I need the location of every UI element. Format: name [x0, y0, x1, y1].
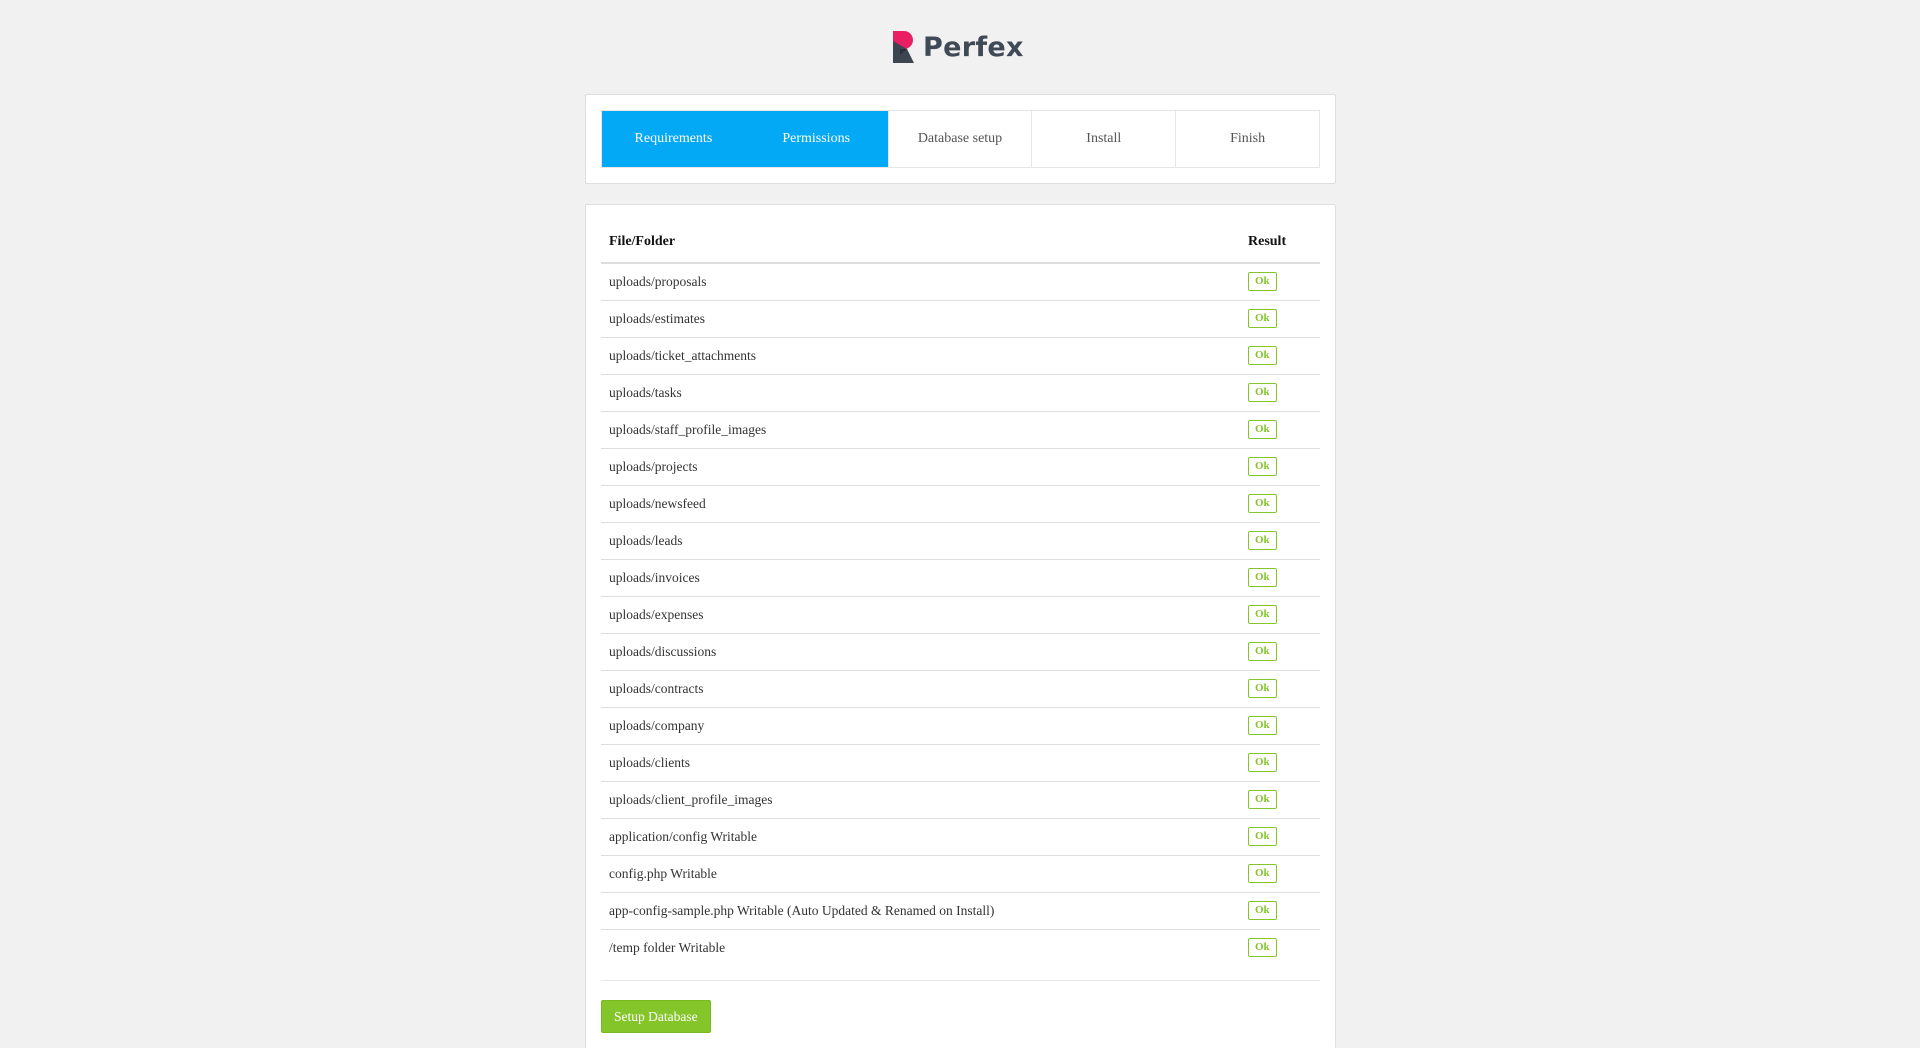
table-row: uploads/proposals Ok: [601, 263, 1320, 301]
column-header-result: Result: [1240, 221, 1320, 264]
result-cell: Ok: [1240, 596, 1320, 634]
status-badge: Ok: [1248, 790, 1277, 809]
status-badge: Ok: [1248, 938, 1277, 958]
result-cell: Ok: [1240, 818, 1320, 856]
table-row: application/config Writable Ok: [601, 818, 1320, 856]
file-folder-path: uploads/discussions: [601, 633, 1240, 671]
step-requirements[interactable]: Requirements: [602, 111, 745, 167]
perfex-logo-icon: [893, 31, 914, 63]
table-row: uploads/ticket_attachments Ok: [601, 337, 1320, 375]
file-folder-path: uploads/ticket_attachments: [601, 337, 1240, 375]
step-install[interactable]: Install: [1031, 111, 1176, 167]
status-badge: Ok: [1248, 272, 1277, 292]
result-cell: Ok: [1240, 781, 1320, 819]
status-badge: Ok: [1248, 679, 1277, 698]
file-folder-path: uploads/company: [601, 707, 1240, 745]
result-cell: Ok: [1240, 374, 1320, 412]
status-badge: Ok: [1248, 346, 1277, 365]
table-row: uploads/leads Ok: [601, 522, 1320, 560]
result-cell: Ok: [1240, 300, 1320, 338]
install-steps-panel: Requirements Permissions Database setup Ins…: [585, 94, 1336, 184]
status-badge: Ok: [1248, 642, 1277, 661]
file-folder-path: config.php Writable: [601, 855, 1240, 893]
result-cell: Ok: [1240, 670, 1320, 708]
result-cell: Ok: [1240, 411, 1320, 449]
status-badge: Ok: [1248, 605, 1277, 624]
table-row: uploads/staff_profile_images Ok: [601, 411, 1320, 449]
column-header-file-folder: File/Folder: [601, 221, 1240, 264]
table-row: config.php Writable Ok: [601, 855, 1320, 893]
permissions-table-body: uploads/proposals Ok uploads/estimates Ok up…: [601, 263, 1320, 966]
file-folder-path: uploads/leads: [601, 522, 1240, 560]
file-folder-path: uploads/invoices: [601, 559, 1240, 597]
table-row: app-config-sample.php Writable (Auto Upd…: [601, 892, 1320, 930]
file-folder-path: uploads/proposals: [601, 263, 1240, 301]
perfex-logo: Perfex: [893, 30, 1024, 64]
table-row: uploads/newsfeed Ok: [601, 485, 1320, 523]
file-folder-path: uploads/contracts: [601, 670, 1240, 708]
status-badge: Ok: [1248, 864, 1277, 883]
status-badge: Ok: [1248, 494, 1277, 513]
result-cell: Ok: [1240, 633, 1320, 671]
setup-database-button[interactable]: Setup Database: [601, 1000, 711, 1033]
file-folder-path: uploads/client_profile_images: [601, 781, 1240, 819]
table-row: uploads/clients Ok: [601, 744, 1320, 782]
status-badge: Ok: [1248, 420, 1277, 439]
table-row: uploads/expenses Ok: [601, 596, 1320, 634]
table-row: uploads/company Ok: [601, 707, 1320, 745]
table-row: uploads/client_profile_images Ok: [601, 781, 1320, 819]
status-badge: Ok: [1248, 753, 1277, 772]
file-folder-path: uploads/projects: [601, 448, 1240, 486]
table-row: uploads/tasks Ok: [601, 374, 1320, 412]
file-folder-path: uploads/newsfeed: [601, 485, 1240, 523]
result-cell: Ok: [1240, 855, 1320, 893]
result-cell: Ok: [1240, 892, 1320, 930]
file-folder-path: app-config-sample.php Writable (Auto Upd…: [601, 892, 1240, 930]
table-row: uploads/projects Ok: [601, 448, 1320, 486]
status-badge: Ok: [1248, 716, 1277, 735]
table-row: uploads/invoices Ok: [601, 559, 1320, 597]
table-row: uploads/contracts Ok: [601, 670, 1320, 708]
permissions-panel: File/Folder Result uploads/proposals Ok up…: [585, 204, 1336, 1048]
file-folder-path: application/config Writable: [601, 818, 1240, 856]
step-finish[interactable]: Finish: [1175, 111, 1319, 167]
file-folder-path: uploads/clients: [601, 744, 1240, 782]
table-header-row: File/Folder Result: [601, 221, 1320, 264]
result-cell: Ok: [1240, 263, 1320, 301]
status-badge: Ok: [1248, 568, 1277, 587]
result-cell: Ok: [1240, 522, 1320, 560]
status-badge: Ok: [1248, 827, 1277, 846]
install-steps: Requirements Permissions Database setup Ins…: [601, 110, 1320, 168]
file-folder-path: uploads/tasks: [601, 374, 1240, 412]
brand-name: Perfex: [923, 31, 1024, 63]
table-row: uploads/estimates Ok: [601, 300, 1320, 338]
result-cell: Ok: [1240, 707, 1320, 745]
result-cell: Ok: [1240, 337, 1320, 375]
step-permissions[interactable]: Permissions: [744, 111, 888, 167]
result-cell: Ok: [1240, 559, 1320, 597]
table-row: uploads/discussions Ok: [601, 633, 1320, 671]
status-badge: Ok: [1248, 457, 1277, 476]
file-folder-path: uploads/estimates: [601, 300, 1240, 338]
result-cell: Ok: [1240, 448, 1320, 486]
status-badge: Ok: [1248, 309, 1277, 328]
file-folder-path: uploads/expenses: [601, 596, 1240, 634]
status-badge: Ok: [1248, 531, 1277, 550]
result-cell: Ok: [1240, 485, 1320, 523]
divider: [601, 980, 1320, 981]
file-folder-path: uploads/staff_profile_images: [601, 411, 1240, 449]
file-folder-path: /temp folder Writable: [609, 939, 726, 955]
step-database-setup[interactable]: Database setup: [887, 111, 1032, 167]
result-cell: Ok: [1240, 929, 1320, 966]
status-badge: Ok: [1248, 383, 1277, 402]
status-badge: Ok: [1248, 901, 1277, 920]
table-row: /temp folder Writable Ok: [601, 929, 1320, 966]
permissions-table: File/Folder Result uploads/proposals Ok up…: [601, 221, 1320, 966]
result-cell: Ok: [1240, 744, 1320, 782]
